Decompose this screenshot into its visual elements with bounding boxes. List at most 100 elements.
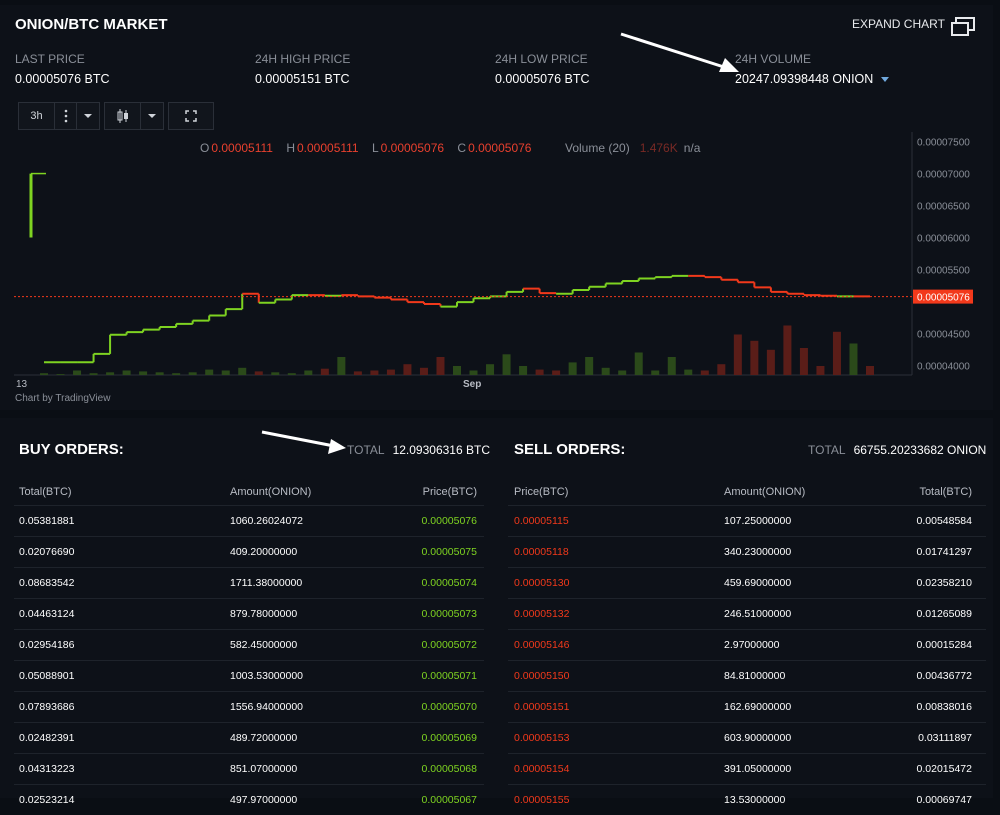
column-header[interactable]: Total(BTC) (878, 478, 986, 506)
volume-bar (552, 371, 560, 376)
stat-value[interactable]: 20247.09398448 ONION (735, 72, 889, 86)
column-header[interactable]: Price(BTC) (384, 478, 484, 506)
order-total: 0.02015472 (878, 754, 986, 785)
ohlc-key-close: C (457, 141, 466, 155)
table-row[interactable]: 0.04463124879.780000000.00005073 (14, 599, 484, 630)
annotation-arrow-volume (615, 28, 745, 78)
order-amount: 497.97000000 (229, 785, 384, 815)
stat-label: 24H HIGH PRICE (255, 52, 350, 66)
order-amount: 879.78000000 (229, 599, 384, 630)
order-total: 0.03111897 (878, 723, 986, 754)
order-amount: 1003.53000000 (229, 661, 384, 692)
y-tick-label: 0.00004500 (917, 329, 970, 340)
table-row[interactable]: 0.000051462.970000000.00015284 (508, 630, 986, 661)
table-row[interactable]: 0.00005118340.230000000.01741297 (508, 537, 986, 568)
y-tick-label: 0.00006500 (917, 202, 970, 213)
market-title: ONION/BTC MARKET (15, 16, 168, 33)
fullscreen-icon[interactable] (169, 103, 213, 129)
order-price: 0.00005073 (384, 599, 484, 630)
stat-last-price: LAST PRICE 0.00005076 BTC (15, 52, 110, 86)
table-row[interactable]: 0.00005132246.510000000.01265089 (508, 599, 986, 630)
caret-down-icon[interactable] (881, 77, 889, 82)
y-tick-label: 0.00006000 (917, 234, 970, 245)
table-row[interactable]: 0.00005154391.050000000.02015472 (508, 754, 986, 785)
table-row[interactable]: 0.00005153603.900000000.03111897 (508, 723, 986, 754)
chevron-down-icon (148, 114, 156, 118)
table-row[interactable]: 0.053818811060.260240720.00005076 (14, 506, 484, 537)
table-row[interactable]: 0.0000515513.530000000.00069747 (508, 785, 986, 815)
volume-bar (106, 372, 114, 375)
table-row[interactable]: 0.086835421711.380000000.00005074 (14, 568, 484, 599)
volume-bar (189, 372, 197, 375)
column-header[interactable]: Price(BTC) (508, 478, 723, 506)
order-amount: 409.20000000 (229, 537, 384, 568)
order-price: 0.00005146 (508, 630, 723, 661)
order-total: 0.01265089 (878, 599, 986, 630)
table-row[interactable]: 0.00005130459.690000000.02358210 (508, 568, 986, 599)
ohlc-low: 0.00005076 (381, 141, 444, 155)
price-chart[interactable]: 0.000050760.000075000.000070000.00006500… (0, 128, 993, 410)
table-row[interactable]: 0.00005115107.250000000.00548584 (508, 506, 986, 537)
volume-bar (486, 364, 494, 375)
stat-24h-volume[interactable]: 24H VOLUME 20247.09398448 ONION (735, 52, 889, 86)
column-header[interactable]: Amount(ONION) (723, 478, 878, 506)
table-row[interactable]: 0.050889011003.530000000.00005071 (14, 661, 484, 692)
volume-bar (519, 366, 527, 375)
order-price: 0.00005070 (384, 692, 484, 723)
volume-bar (701, 371, 709, 376)
order-amount: 603.90000000 (723, 723, 878, 754)
order-total: 0.04463124 (14, 599, 229, 630)
expand-chart-label: EXPAND CHART (852, 17, 945, 31)
expand-chart-button[interactable]: EXPAND CHART (852, 17, 975, 31)
order-amount: 2.97000000 (723, 630, 878, 661)
volume-bar (337, 357, 345, 375)
volume-bar (271, 372, 279, 375)
current-price-label: 0.00005076 (917, 293, 970, 304)
sell-total: TOTAL66755.20233682 ONION (808, 443, 986, 457)
ohlc-key-open: O (200, 141, 209, 155)
chart-type-dropdown[interactable] (141, 103, 163, 129)
stat-value: 0.00005076 BTC (495, 72, 590, 86)
order-total: 0.01741297 (878, 537, 986, 568)
table-row[interactable]: 0.02523214497.970000000.00005067 (14, 785, 484, 815)
table-row[interactable]: 0.0000515084.810000000.00436772 (508, 661, 986, 692)
volume-bar (156, 372, 164, 375)
ohlc-legend: O0.00005111 H0.00005111 L0.00005076 C0.0… (200, 141, 541, 155)
table-row[interactable]: 0.04313223851.070000000.00005068 (14, 754, 484, 785)
more-icon[interactable] (55, 103, 77, 129)
chart-toolbar: 3h (18, 102, 214, 130)
interval-button[interactable]: 3h (19, 103, 55, 129)
volume-bar (866, 366, 874, 375)
column-header[interactable]: Amount(ONION) (229, 478, 384, 506)
interval-dropdown[interactable] (77, 103, 99, 129)
table-row[interactable]: 0.078936861556.940000000.00005070 (14, 692, 484, 723)
volume-bar (304, 371, 312, 376)
table-row[interactable]: 0.02076690409.200000000.00005075 (14, 537, 484, 568)
order-amount: 489.72000000 (229, 723, 384, 754)
fullscreen-group (168, 102, 214, 130)
buy-total: TOTAL12.09306316 BTC (347, 443, 490, 457)
table-row[interactable]: 0.00005151162.690000000.00838016 (508, 692, 986, 723)
buy-orders-title: BUY ORDERS: (19, 441, 124, 458)
y-tick-label: 0.00007500 (917, 138, 970, 149)
stat-label: LAST PRICE (15, 52, 110, 66)
order-total: 0.05381881 (14, 506, 229, 537)
order-amount: 340.23000000 (723, 537, 878, 568)
order-price: 0.00005115 (508, 506, 723, 537)
table-row[interactable]: 0.02954186582.450000000.00005072 (14, 630, 484, 661)
column-header[interactable]: Total(BTC) (14, 478, 229, 506)
volume-bar (618, 371, 626, 376)
volume-bar (569, 362, 577, 375)
order-price: 0.00005130 (508, 568, 723, 599)
volume-bar (734, 335, 742, 376)
table-row[interactable]: 0.02482391489.720000000.00005069 (14, 723, 484, 754)
volume-label: Volume (20) (565, 141, 630, 155)
order-amount: 84.81000000 (723, 661, 878, 692)
order-price: 0.00005067 (384, 785, 484, 815)
volume-value: 20247.09398448 ONION (735, 72, 873, 86)
candles-icon[interactable] (105, 103, 141, 129)
order-total: 0.02954186 (14, 630, 229, 661)
stat-label: 24H VOLUME (735, 52, 889, 66)
tradingview-attribution[interactable]: Chart by TradingView (15, 393, 110, 404)
volume-na: n/a (684, 141, 701, 155)
